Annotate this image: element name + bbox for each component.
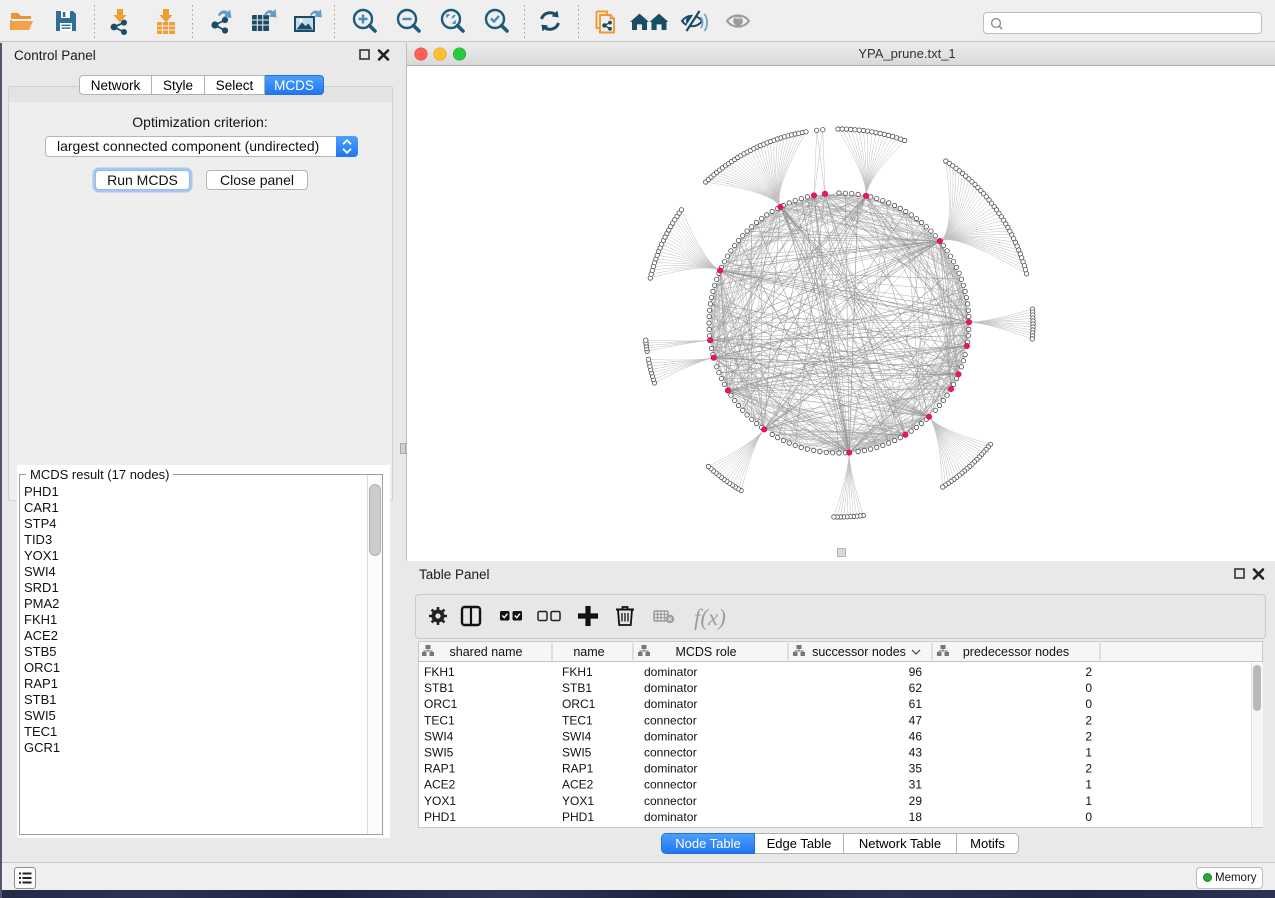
svg-text:SWI4: SWI4 <box>562 729 592 743</box>
svg-text:46: 46 <box>909 729 923 743</box>
svg-text:62: 62 <box>909 681 923 695</box>
svg-text:connector: connector <box>644 713 697 727</box>
svg-text:29: 29 <box>909 794 923 808</box>
svg-text:ORC1: ORC1 <box>562 697 596 711</box>
svg-text:dominator: dominator <box>644 681 697 695</box>
svg-text:FKH1: FKH1 <box>562 665 593 679</box>
svg-text:connector: connector <box>644 746 697 760</box>
svg-text:PHD1: PHD1 <box>424 810 456 824</box>
svg-text:dominator: dominator <box>644 665 697 679</box>
svg-text:ACE2: ACE2 <box>562 778 594 792</box>
svg-text:STB1: STB1 <box>562 681 592 695</box>
svg-text:PHD1: PHD1 <box>562 810 594 824</box>
svg-text:2: 2 <box>1085 713 1092 727</box>
svg-text:successor nodes: successor nodes <box>812 645 906 659</box>
svg-text:2: 2 <box>1085 762 1092 776</box>
svg-text:TEC1: TEC1 <box>562 713 593 727</box>
svg-text:2: 2 <box>1085 729 1092 743</box>
svg-text:YOX1: YOX1 <box>424 794 456 808</box>
svg-text:1: 1 <box>1085 778 1092 792</box>
svg-text:dominator: dominator <box>644 810 697 824</box>
svg-text:0: 0 <box>1085 697 1092 711</box>
svg-text:RAP1: RAP1 <box>562 762 594 776</box>
svg-text:96: 96 <box>909 665 923 679</box>
svg-text:shared name: shared name <box>450 645 523 659</box>
svg-text:47: 47 <box>909 713 923 727</box>
svg-text:ORC1: ORC1 <box>424 697 458 711</box>
svg-text:dominator: dominator <box>644 729 697 743</box>
svg-text:1: 1 <box>1085 746 1092 760</box>
svg-text:connector: connector <box>644 778 697 792</box>
svg-text:31: 31 <box>909 778 923 792</box>
svg-text:SWI5: SWI5 <box>424 746 454 760</box>
svg-text:dominator: dominator <box>644 762 697 776</box>
svg-text:35: 35 <box>909 762 923 776</box>
svg-text:f(x): f(x) <box>694 605 726 630</box>
svg-text:STB1: STB1 <box>424 681 454 695</box>
svg-text:1: 1 <box>1085 794 1092 808</box>
svg-text:0: 0 <box>1085 810 1092 824</box>
svg-text:predecessor nodes: predecessor nodes <box>963 645 1069 659</box>
svg-text:43: 43 <box>909 746 923 760</box>
svg-text:YOX1: YOX1 <box>562 794 594 808</box>
svg-text:SWI5: SWI5 <box>562 746 592 760</box>
svg-text:61: 61 <box>909 697 923 711</box>
svg-text:dominator: dominator <box>644 697 697 711</box>
svg-text:connector: connector <box>644 794 697 808</box>
svg-text:RAP1: RAP1 <box>424 762 456 776</box>
svg-text:ACE2: ACE2 <box>424 778 456 792</box>
svg-text:MCDS role: MCDS role <box>675 645 736 659</box>
svg-text:TEC1: TEC1 <box>424 713 455 727</box>
svg-text:SWI4: SWI4 <box>424 729 454 743</box>
svg-text:name: name <box>573 645 604 659</box>
svg-text:18: 18 <box>909 810 923 824</box>
svg-text:0: 0 <box>1085 681 1092 695</box>
svg-text:FKH1: FKH1 <box>424 665 455 679</box>
svg-text:2: 2 <box>1085 665 1092 679</box>
